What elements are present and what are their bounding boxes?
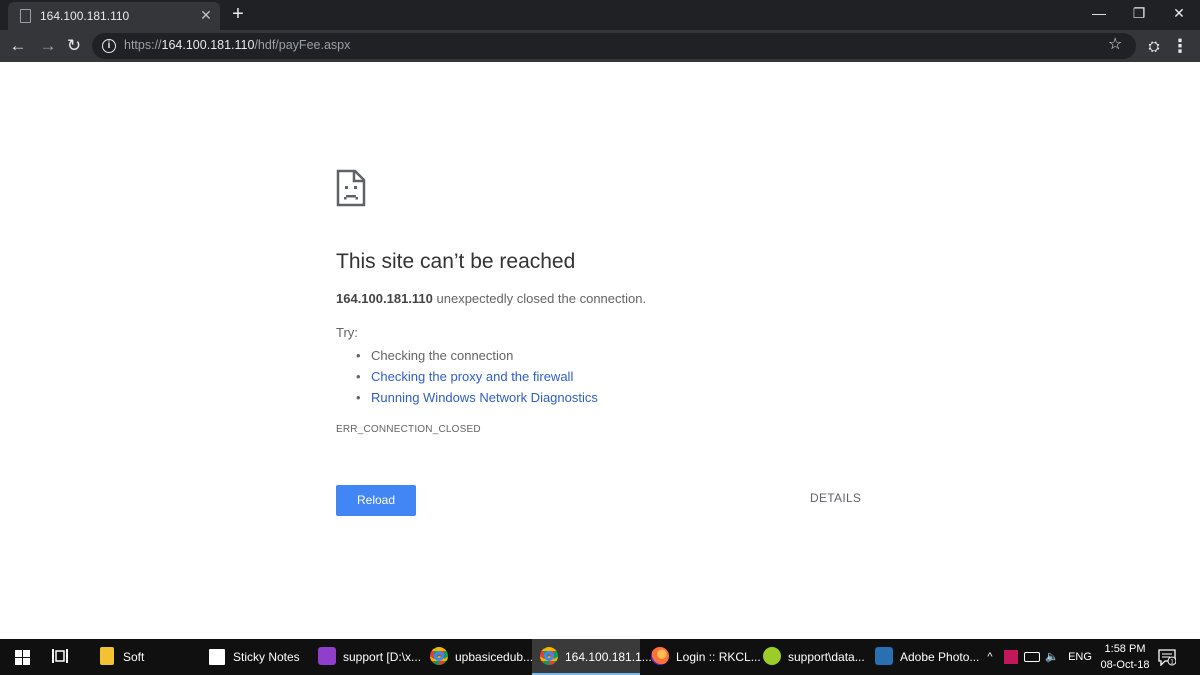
clock-date: 08-Oct-18: [1100, 659, 1150, 671]
back-button[interactable]: ←: [6, 34, 30, 58]
suggestion-proxy-firewall-link[interactable]: Checking the proxy and the firewall: [356, 366, 598, 387]
chrome-icon: [540, 647, 558, 665]
error-message: 164.100.181.110 unexpectedly closed the …: [336, 291, 646, 306]
extension-icon[interactable]: ⛭: [1142, 34, 1166, 58]
error-host: 164.100.181.110: [336, 291, 433, 306]
details-button[interactable]: DETAILS: [810, 491, 861, 505]
site-info-icon[interactable]: i: [102, 39, 116, 53]
chrome-icon: [430, 647, 448, 665]
tab-title: 164.100.181.110: [40, 9, 130, 23]
screen: 164.100.181.110 ✕ + — ❐ ✕ ← → ↻ i https:…: [0, 0, 1200, 675]
page-favicon-icon: [20, 9, 31, 23]
forward-button[interactable]: →: [36, 34, 60, 58]
taskbar-item-label: Adobe Photo...: [900, 650, 980, 664]
taskbar-item-label: 164.100.181.1...: [565, 650, 652, 664]
firefox-icon: [651, 647, 669, 665]
address-url[interactable]: https://164.100.181.110/hdf/payFee.aspx: [124, 38, 350, 52]
tray-app-icon[interactable]: [1004, 650, 1018, 664]
taskbar-item-soft[interactable]: Soft: [90, 639, 198, 675]
taskbar-item-label: upbasicedub...: [455, 650, 534, 664]
try-label: Try:: [336, 325, 358, 340]
taskbar-item-chrome-upbasic[interactable]: upbasicedub...: [422, 639, 534, 675]
sticky-notes-icon: [209, 649, 225, 665]
task-view-icon[interactable]: [52, 649, 68, 663]
volume-icon[interactable]: 🔈: [1044, 650, 1060, 664]
browser-titlebar: 164.100.181.110 ✕ + — ❐ ✕: [0, 0, 1200, 30]
new-tab-button[interactable]: +: [228, 2, 248, 26]
clock-time: 1:58 PM: [1104, 643, 1146, 655]
suggestion-network-diagnostics-link[interactable]: Running Windows Network Diagnostics: [356, 387, 598, 408]
system-clock[interactable]: 1:58 PM 08-Oct-18: [1100, 641, 1150, 673]
url-host: 164.100.181.110: [161, 38, 255, 52]
url-scheme: https://: [124, 38, 162, 52]
browser-tab[interactable]: 164.100.181.110 ✕: [8, 2, 220, 30]
suggestion-check-connection: Checking the connection: [356, 345, 598, 366]
taskbar-item-firefox[interactable]: Login :: RKCL...: [643, 639, 761, 675]
address-bar[interactable]: i https://164.100.181.110/hdf/payFee.asp…: [92, 33, 1136, 59]
action-center-icon[interactable]: 1: [1158, 648, 1176, 666]
reload-button[interactable]: Reload: [336, 485, 416, 516]
error-message-text: unexpectedly closed the connection.: [432, 291, 647, 306]
url-path: /hdf/payFee.aspx: [254, 38, 351, 52]
taskbar-item-label: Sticky Notes: [233, 650, 300, 664]
taskbar-item-heidisql[interactable]: support\data...: [755, 639, 865, 675]
taskbar-item-photoshop[interactable]: Adobe Photo...: [867, 639, 979, 675]
browser-toolbar: ← → ↻ i https://164.100.181.110/hdf/payF…: [0, 30, 1200, 62]
browser-menu-icon[interactable]: ⋮: [1168, 34, 1192, 58]
taskbar-item-label: support\data...: [788, 650, 865, 664]
reload-page-button[interactable]: ↻: [62, 34, 86, 58]
battery-icon[interactable]: [1024, 652, 1040, 662]
folder-icon: [100, 647, 114, 665]
taskbar-item-label: Soft: [123, 650, 145, 664]
windows-taskbar: Soft Sticky Notes support [D:\x... upbas…: [0, 639, 1200, 675]
taskbar-item-label: support [D:\x...: [343, 650, 422, 664]
photoshop-icon: [875, 647, 893, 665]
heidisql-icon: [763, 647, 781, 665]
taskbar-item-chrome-active[interactable]: 164.100.181.1...: [532, 639, 652, 675]
suggestion-list: Checking the connection Checking the pro…: [356, 345, 598, 408]
phpstorm-icon: [318, 647, 336, 665]
sad-document-icon: [336, 169, 366, 207]
error-heading: This site can’t be reached: [336, 250, 576, 273]
error-code: ERR_CONNECTION_CLOSED: [336, 424, 481, 435]
tab-close-icon[interactable]: ✕: [198, 6, 214, 24]
page-content: This site can’t be reached 164.100.181.1…: [0, 62, 1200, 639]
tray-chevron-icon[interactable]: ^: [984, 650, 996, 664]
bookmark-star-icon[interactable]: ☆: [1108, 35, 1122, 55]
taskbar-item-phpstorm[interactable]: support [D:\x...: [310, 639, 422, 675]
close-window-button[interactable]: ✕: [1156, 0, 1200, 28]
windows-start-icon[interactable]: [0, 639, 42, 675]
language-indicator[interactable]: ENG: [1066, 650, 1094, 664]
taskbar-item-sticky-notes[interactable]: Sticky Notes: [200, 639, 308, 675]
taskbar-item-label: Login :: RKCL...: [676, 650, 761, 664]
